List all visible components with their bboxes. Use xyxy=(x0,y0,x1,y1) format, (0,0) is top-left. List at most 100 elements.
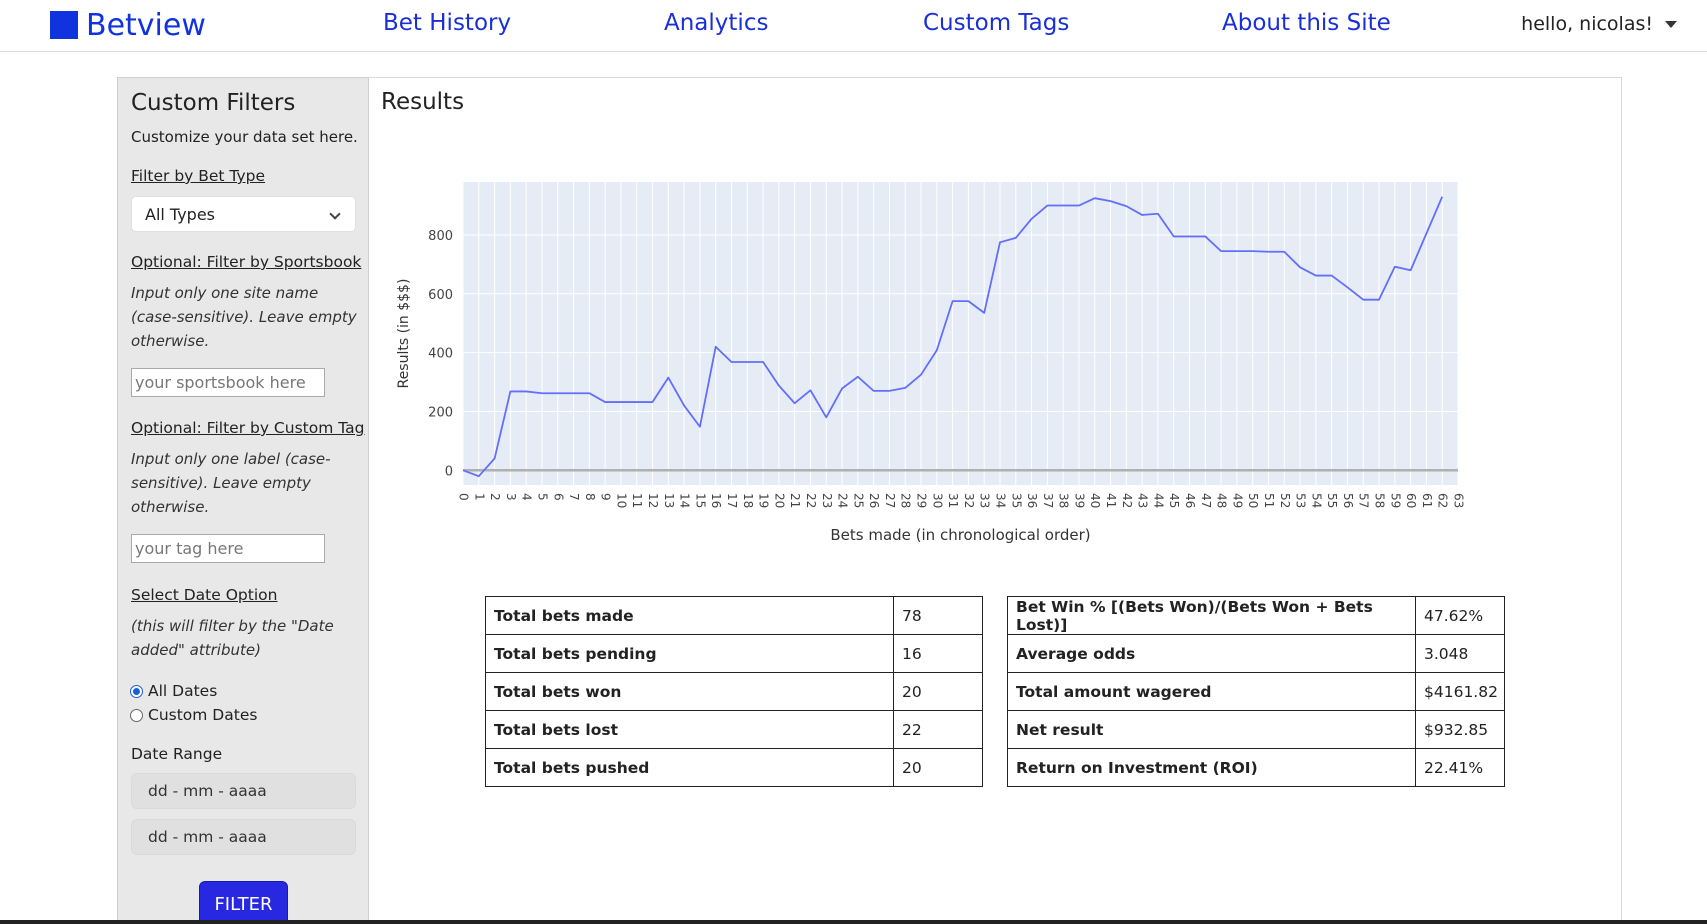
bottom-edge xyxy=(0,920,1707,924)
brand-logo-link[interactable]: Betview xyxy=(50,8,206,43)
x-tick-label: 49 xyxy=(1230,493,1244,508)
nav-link-custom-tags[interactable]: Custom Tags xyxy=(923,10,1069,36)
x-tick-label: 20 xyxy=(772,493,786,508)
x-tick-label: 58 xyxy=(1373,493,1387,508)
stats-row: Total bets won 20 xyxy=(485,672,983,711)
x-tick-label: 8 xyxy=(583,493,597,501)
top-navbar: Betview Bet History Analytics Custom Tag… xyxy=(0,0,1707,52)
x-tick-label: 55 xyxy=(1325,493,1339,508)
x-tick-label: 19 xyxy=(757,493,771,508)
stat-label: Bet Win % [(Bets Won)/(Bets Won + Bets L… xyxy=(1007,596,1416,635)
stat-label: Total bets made xyxy=(485,596,894,635)
x-tick-label: 48 xyxy=(1215,493,1229,508)
x-tick-label: 42 xyxy=(1120,493,1134,508)
x-tick-label: 54 xyxy=(1309,493,1323,508)
stat-value: 47.62% xyxy=(1415,596,1505,635)
radio-unchecked-icon xyxy=(130,708,143,722)
stat-label: Total bets lost xyxy=(485,710,894,749)
x-tick-label: 22 xyxy=(804,493,818,508)
nav-link-about[interactable]: About this Site xyxy=(1222,10,1391,36)
plot-background xyxy=(463,182,1458,485)
x-tick-label: 27 xyxy=(883,493,897,508)
x-tick-label: 9 xyxy=(599,493,613,501)
radio-custom-dates[interactable]: Custom Dates xyxy=(130,706,257,724)
x-tick-label: 11 xyxy=(630,493,644,508)
date-option-help: (this will filter by the "Date added" at… xyxy=(131,617,334,659)
results-line-chart: 02004006008000 1 2 3 4 5 6 7 8 9 10 11 12 13 14 15 16 17 1… xyxy=(396,182,1466,544)
date-to-value: dd - mm - aaaa xyxy=(148,828,267,846)
x-tick-label: 39 xyxy=(1072,493,1086,508)
sportsbook-help: Input only one site name (case-sensitive… xyxy=(131,284,357,350)
x-tick-label: 47 xyxy=(1199,493,1213,508)
x-tick-label: 6 xyxy=(551,493,565,501)
x-tick-label: 7 xyxy=(567,493,581,501)
x-tick-label: 4 xyxy=(520,493,534,501)
x-tick-label: 12 xyxy=(646,493,660,508)
stat-value: 22 xyxy=(893,710,983,749)
date-from-input[interactable]: dd - mm - aaaa xyxy=(131,773,356,809)
stat-label: Return on Investment (ROI) xyxy=(1007,748,1416,787)
x-tick-label: 17 xyxy=(725,493,739,508)
stats-row: Bet Win % [(Bets Won)/(Bets Won + Bets L… xyxy=(1007,596,1505,635)
x-tick-label: 44 xyxy=(1151,493,1165,508)
stats-row: Total bets pending 16 xyxy=(485,634,983,673)
x-tick-label: 18 xyxy=(741,493,755,508)
x-tick-label: 26 xyxy=(867,493,881,508)
sportsbook-label: Optional: Filter by Sportsbook xyxy=(131,253,362,271)
stats-row: Average odds 3.048 xyxy=(1007,634,1505,673)
x-tick-label: 1 xyxy=(472,493,486,501)
nav-link-analytics[interactable]: Analytics xyxy=(664,10,768,36)
x-tick-label: 5 xyxy=(535,493,549,501)
date-to-input[interactable]: dd - mm - aaaa xyxy=(131,819,356,855)
x-tick-label: 24 xyxy=(836,493,850,508)
user-menu-dropdown[interactable]: hello, nicolas! xyxy=(1521,13,1677,35)
stats-row: Net result $932.85 xyxy=(1007,710,1505,749)
x-tick-label: 50 xyxy=(1246,493,1260,508)
stats-row: Return on Investment (ROI) 22.41% xyxy=(1007,748,1505,787)
radio-checked-icon xyxy=(130,684,143,698)
stat-value: 78 xyxy=(893,596,983,635)
stat-label: Average odds xyxy=(1007,634,1416,673)
bet-type-select[interactable]: All Types xyxy=(131,196,356,232)
x-tick-label: 28 xyxy=(899,493,913,508)
x-tick-label: 25 xyxy=(851,493,865,508)
stat-label: Total bets pushed xyxy=(485,748,894,787)
stats-row: Total bets pushed 20 xyxy=(485,748,983,787)
x-tick-label: 0 xyxy=(457,493,471,501)
y-tick-label: 200 xyxy=(428,405,453,420)
x-axis-title: Bets made (in chronological order) xyxy=(830,526,1090,544)
stat-value: 3.048 xyxy=(1415,634,1505,673)
caret-down-icon xyxy=(1665,20,1677,28)
filter-button[interactable]: FILTER xyxy=(199,881,288,924)
chevron-down-icon xyxy=(329,208,341,220)
x-tick-label: 57 xyxy=(1357,493,1371,508)
sportsbook-input[interactable] xyxy=(131,368,325,397)
x-tick-label: 62 xyxy=(1436,493,1450,508)
x-tick-label: 29 xyxy=(915,493,929,508)
y-tick-label: 600 xyxy=(428,288,453,303)
x-tick-label: 43 xyxy=(1136,493,1150,508)
x-tick-label: 30 xyxy=(930,493,944,508)
radio-all-dates[interactable]: All Dates xyxy=(130,682,217,700)
stat-value: 20 xyxy=(893,748,983,787)
x-tick-label: 41 xyxy=(1104,493,1118,508)
stat-value: $4161.82 xyxy=(1415,672,1505,711)
x-tick-label: 16 xyxy=(709,493,723,508)
date-from-value: dd - mm - aaaa xyxy=(148,782,267,800)
x-tick-label: 52 xyxy=(1278,493,1292,508)
y-tick-label: 400 xyxy=(428,347,453,362)
x-tick-label: 2 xyxy=(488,493,502,501)
x-tick-label: 13 xyxy=(662,493,676,508)
x-tick-label: 21 xyxy=(788,493,802,508)
sidebar-subtitle: Customize your data set here. xyxy=(131,128,358,146)
stat-value: 22.41% xyxy=(1415,748,1505,787)
stat-label: Total amount wagered xyxy=(1007,672,1416,711)
y-tick-label: 0 xyxy=(445,464,453,479)
stat-label: Net result xyxy=(1007,710,1416,749)
x-tick-label: 36 xyxy=(1025,493,1039,508)
stat-value: $932.85 xyxy=(1415,710,1505,749)
custom-tag-input[interactable] xyxy=(131,534,325,563)
x-tick-label: 33 xyxy=(978,493,992,508)
custom-tag-help: Input only one label (case-sensitive). L… xyxy=(131,450,331,516)
nav-link-bet-history[interactable]: Bet History xyxy=(383,10,511,36)
